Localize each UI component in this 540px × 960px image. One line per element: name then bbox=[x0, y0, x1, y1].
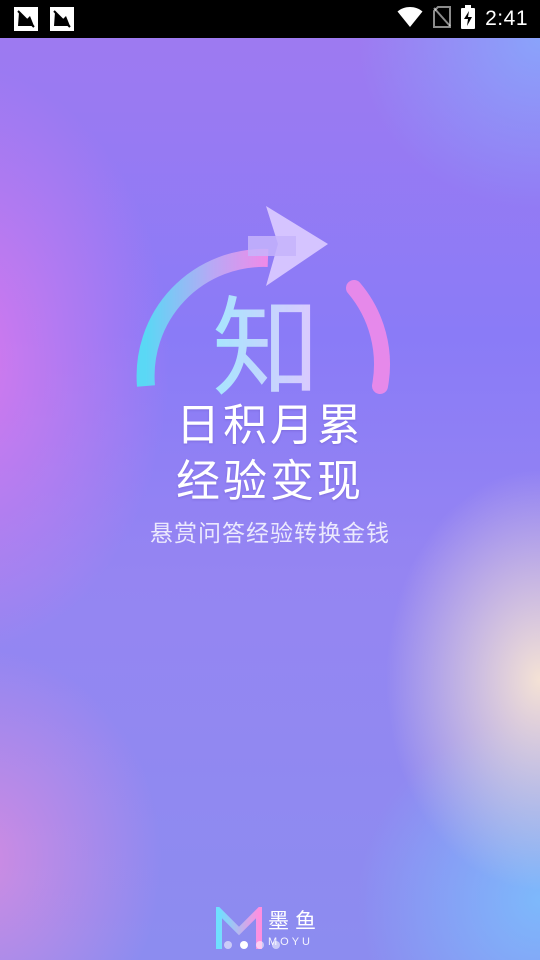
page-dot bbox=[256, 941, 264, 949]
page-dot bbox=[240, 941, 248, 949]
battery-charging-icon bbox=[461, 5, 476, 33]
cycle-arc-right bbox=[346, 280, 390, 394]
notification-app-icon bbox=[50, 7, 74, 31]
page-indicator bbox=[224, 941, 280, 949]
page-dot bbox=[224, 941, 232, 949]
status-time: 2:41 bbox=[485, 7, 528, 30]
status-bar: 2:41 bbox=[0, 0, 540, 38]
notification-app-icon bbox=[14, 7, 38, 31]
knowledge-cycle-logo: 知 bbox=[136, 206, 390, 406]
headline-line-1: 日积月累 bbox=[176, 400, 364, 451]
logo-character: 知 bbox=[212, 287, 320, 406]
brand-name: 墨鱼 bbox=[268, 908, 322, 933]
subtitle: 悬赏问答经验转换金钱 bbox=[150, 521, 390, 547]
headline-line-2: 经验变现 bbox=[176, 456, 364, 507]
page-dot bbox=[272, 941, 280, 949]
no-sim-icon bbox=[433, 6, 452, 32]
wifi-icon bbox=[397, 6, 423, 32]
